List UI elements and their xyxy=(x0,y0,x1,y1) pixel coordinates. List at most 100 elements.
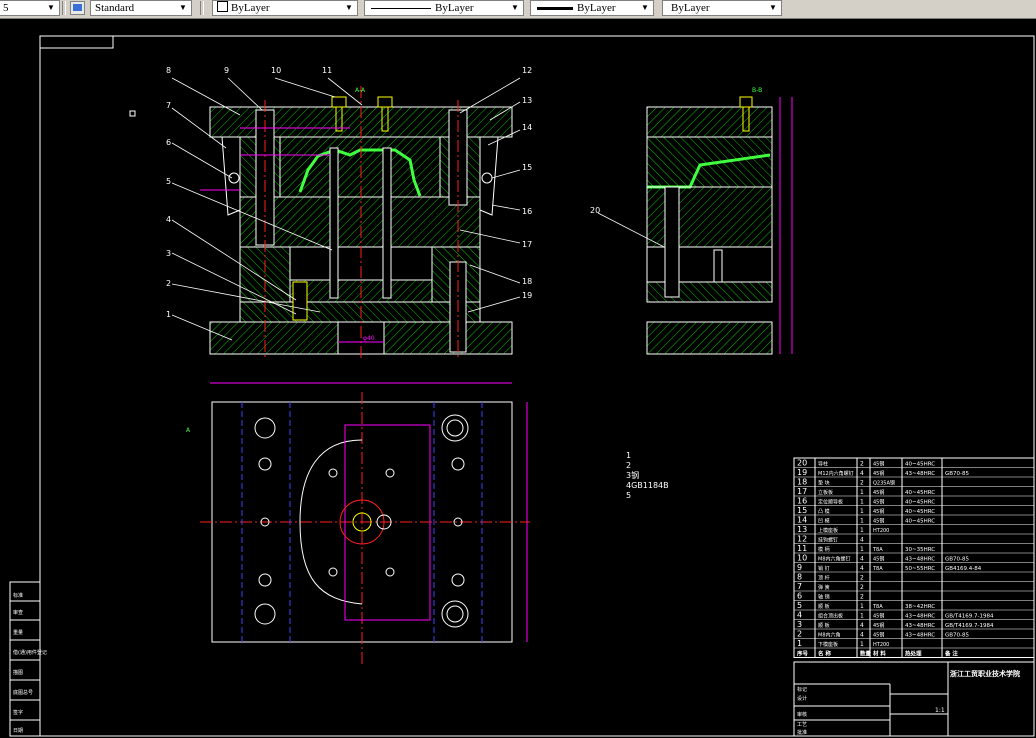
bom-cell-material: T8A xyxy=(872,604,883,610)
svg-text:3: 3 xyxy=(166,249,171,258)
bom-cell-hardness: 38~42HRC xyxy=(905,604,935,610)
svg-text:8: 8 xyxy=(166,66,171,75)
bom-cell-qty: 2 xyxy=(860,584,864,591)
bom-cell-name: 立板板 xyxy=(818,489,833,496)
bom-cell-no: 2 xyxy=(797,630,802,639)
left-signature-panel: 标准 审查 重量 借(通)用件登记 描图 底图总号 签字 日期 xyxy=(9,581,47,737)
bom-table: 20 导柱 2 45钢 40~45HRC19 M12内六角螺钉 4 45钢 43~48HRC GB… xyxy=(793,457,1035,658)
bom-cell-hardness: 40~45HRC xyxy=(905,509,935,515)
bom-cell-no: 12 xyxy=(797,535,807,544)
bom-cell-hardness: 30~35HRC xyxy=(905,547,935,553)
bom-cell-no: 8 xyxy=(797,573,802,582)
bom-cell-name: 凹 模 xyxy=(818,518,830,525)
bom-cell-no: 20 xyxy=(797,459,807,468)
title-text: 浙江工贸职业技术学院 xyxy=(950,669,1020,678)
bom-cell-material: HT200 xyxy=(873,528,889,534)
svg-text:7: 7 xyxy=(166,101,171,110)
svg-text:14: 14 xyxy=(522,123,532,132)
bom-cell-qty: 2 xyxy=(860,480,864,487)
bom-cell-hardness: 43~48HRC xyxy=(905,614,935,620)
bom-cell-no: 9 xyxy=(797,563,802,572)
chevron-down-icon[interactable]: ▼ xyxy=(343,1,355,15)
chevron-down-icon[interactable]: ▼ xyxy=(45,1,57,15)
bom-cell-no: 1 xyxy=(797,639,802,648)
layer-color-select[interactable]: ByLayer ▼ xyxy=(212,0,358,16)
chevron-down-icon[interactable]: ▼ xyxy=(767,1,779,15)
bom-cell-std: GB/T4169.7-1984 xyxy=(945,614,994,620)
bom-cell-qty: 4 xyxy=(860,565,864,572)
bom-cell-hardness: 43~48HRC xyxy=(905,633,935,639)
svg-text:批准: 批准 xyxy=(797,729,807,736)
bom-header-cell: 名 称 xyxy=(818,650,831,658)
bom-cell-no: 18 xyxy=(797,478,807,487)
chevron-down-icon[interactable]: ▼ xyxy=(177,1,189,15)
bom-cell-material: Q235A钢 xyxy=(873,480,895,487)
bom-cell-qty: 1 xyxy=(860,546,864,553)
bom-cell-qty: 4 xyxy=(860,537,864,544)
side-section-view[interactable]: B-B xyxy=(646,87,793,355)
technical-notes: 1 2 3钢 4GB1184B 5 xyxy=(626,451,669,500)
svg-text:17: 17 xyxy=(522,240,532,249)
svg-text:5: 5 xyxy=(626,491,631,500)
toolbar-separator xyxy=(200,1,204,15)
bom-cell-material: 45钢 xyxy=(873,622,884,629)
bom-cell-name: 销 钉 xyxy=(818,565,830,572)
bom-cell-no: 13 xyxy=(797,525,807,534)
bom-header-cell: 备 注 xyxy=(944,650,958,658)
svg-text:11: 11 xyxy=(322,66,332,75)
bom-cell-hardness: 40~45HRC xyxy=(905,519,935,525)
bom-cell-name: M8内六角螺钉 xyxy=(818,556,851,563)
bom-cell-name: 顺 板 xyxy=(818,622,830,629)
bom-cell-name: 导柱 xyxy=(818,461,828,468)
section-label: A-A xyxy=(355,87,366,94)
toolbar-separator xyxy=(62,1,66,15)
chevron-down-icon[interactable]: ▼ xyxy=(509,1,521,15)
svg-text:3钢: 3钢 xyxy=(626,470,639,480)
bom-cell-material: 45钢 xyxy=(873,470,884,477)
bom-cell-no: 19 xyxy=(797,468,807,477)
front-section-view[interactable]: φ40 A-A xyxy=(200,86,513,360)
lineweight-value: ByLayer xyxy=(577,2,616,14)
prev-combo-fragment[interactable]: 5 ▼ xyxy=(0,0,60,16)
bom-cell-qty: 1 xyxy=(860,518,864,525)
svg-text:9: 9 xyxy=(224,66,229,75)
bom-cell-hardness: 43~48HRC xyxy=(905,623,935,629)
linetype-select[interactable]: ByLayer ▼ xyxy=(364,0,524,16)
bom-cell-material: 45钢 xyxy=(873,499,884,506)
svg-text:18: 18 xyxy=(522,277,532,286)
side-label: B-B xyxy=(752,87,762,94)
chevron-down-icon[interactable]: ▼ xyxy=(639,1,651,15)
lineweight-select[interactable]: ByLayer ▼ xyxy=(530,0,654,16)
bom-cell-qty: 1 xyxy=(860,489,864,496)
bom-cell-name: 定位顺导板 xyxy=(818,499,843,506)
bom-cell-qty: 1 xyxy=(860,641,864,648)
drawing-canvas[interactable]: φ40 A-A 8 9 10 11 12 13 14 15 16 17 18 1… xyxy=(0,19,1036,738)
svg-text:重量: 重量 xyxy=(13,629,23,636)
lineweight-preview xyxy=(537,7,573,10)
prev-combo-value: 5 xyxy=(3,2,9,14)
text-style-select[interactable]: Standard ▼ xyxy=(90,0,192,16)
plan-view[interactable]: A xyxy=(186,382,530,665)
svg-text:20: 20 xyxy=(590,206,600,215)
bom-cell-qty: 1 xyxy=(860,508,864,515)
view-marker-a: A xyxy=(186,427,191,434)
bom-cell-name: 垫 块 xyxy=(818,480,830,487)
bom-cell-qty: 1 xyxy=(860,613,864,620)
svg-text:设计: 设计 xyxy=(797,695,807,702)
layer-color-value: ByLayer xyxy=(217,1,269,15)
dim-bottom-text: φ40 xyxy=(363,335,375,342)
text-style-icon[interactable] xyxy=(70,1,85,15)
bom-cell-hardness: 50~55HRC xyxy=(905,566,935,572)
bom-cell-name: 下模座板 xyxy=(818,641,838,648)
bom-header-cell: 序号 xyxy=(796,650,809,658)
svg-text:19: 19 xyxy=(522,291,532,300)
linetype-preview xyxy=(371,8,431,9)
plotstyle-select[interactable]: ByLayer ▼ xyxy=(662,0,782,16)
svg-text:13: 13 xyxy=(522,96,532,105)
bom-cell-name: 挂钩螺钉 xyxy=(818,537,838,544)
bom-cell-material: 45钢 xyxy=(873,489,884,496)
color-swatch-icon xyxy=(217,1,228,12)
bom-cell-no: 10 xyxy=(797,554,807,563)
bom-cell-name: 顶 杆 xyxy=(818,575,830,582)
bom-cell-qty: 4 xyxy=(860,556,864,563)
